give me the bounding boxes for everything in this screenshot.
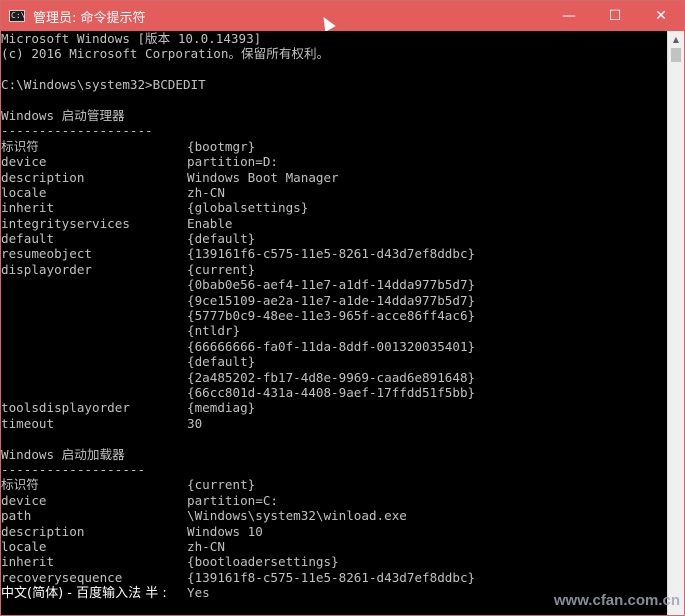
console-line: resumeobject {139161f6-c575-11e5-8261-d43… [1,246,668,261]
console-value: {2a485202-fb17-4d8e-9969-caad6e891648} [187,369,476,385]
console-key: displayorder [1,261,92,277]
site-watermark: www.cfan.com.cn [553,592,680,609]
console-app-icon[interactable]: C:\ [9,10,25,22]
console-key: description [1,169,85,185]
console-line: {0bab0e56-aef4-11e7-a1df-14dda977b5d7} [1,277,668,292]
close-button[interactable]: ✕ [638,1,684,31]
console-line: {default} [1,354,668,369]
console-line: -------------------- [1,123,153,139]
console-line: description Windows 10 [1,524,668,539]
console-line: C:\Windows\system32>BCDEDIT [1,77,206,93]
console-value: Windows 10 [187,523,263,539]
console-value: {ntldr} [187,323,241,339]
console-value: {memdiag} [187,400,256,416]
console-line: 标识符 {current} [1,477,668,492]
console-line: Windows 启动加载器 [1,446,125,462]
console-key: locale [1,538,47,554]
console-key: toolsdisplayorder [1,400,130,416]
console-value: {66666666-fa0f-11da-8ddf-001320035401} [187,338,476,354]
console-line: inherit {bootloadersettings} [1,554,668,569]
console-line: toolsdisplayorder {memdiag} [1,400,668,415]
console-value: Enable [187,215,233,231]
console-key: default [1,231,55,247]
scroll-thumb[interactable] [671,48,681,62]
console-value: {9ce15109-ae2a-11e7-a1de-14dda977b5d7} [187,292,476,308]
console-value: Yes [187,585,210,601]
console-line: {66cc801d-431a-4408-9aef-17ffdd51f5bb} [1,385,668,400]
console-key: description [1,523,85,539]
console-line: {9ce15109-ae2a-11e7-a1de-14dda977b5d7} [1,293,668,308]
console-line: Windows 启动管理器 [1,107,125,123]
window-title: 管理员: 命令提示符 [33,10,146,26]
console-key: inherit [1,554,55,570]
console-line: {ntldr} [1,323,668,338]
console-key: timeout [1,415,55,431]
console-value: {bootmgr} [187,138,256,154]
console-line: device partition=C: [1,493,668,508]
console-line: locale zh-CN [1,539,668,554]
console-value: {139161f6-c575-11e5-8261-d43d7ef8ddbc} [187,246,476,262]
console-value: {0bab0e56-aef4-11e7-a1df-14dda977b5d7} [187,277,476,293]
console-line: device partition=D: [1,154,668,169]
console-value: Windows Boot Manager [187,169,339,185]
console-value: {bootloadersettings} [187,554,339,570]
console-key: device [1,154,47,170]
title-bar[interactable]: C:\ 管理员: 命令提示符 — ☐ ✕ [1,1,684,33]
console-value: partition=C: [187,492,278,508]
console-value: {139161f8-c575-11e5-8261-d43d7ef8ddbc} [187,569,476,585]
console-key: 标识符 [1,477,39,493]
console-value: {globalsettings} [187,200,309,216]
console-key: inherit [1,200,55,216]
console-key: resumeobject [1,246,92,262]
console-output[interactable]: Microsoft Windows [版本 10.0.14393] (c) 201… [1,31,668,615]
console-value: {66cc801d-431a-4408-9aef-17ffdd51f5bb} [187,384,476,400]
console-key: 标识符 [1,138,39,154]
console-value: \Windows\system32\winload.exe [187,508,407,524]
console-line: 标识符 {bootmgr} [1,139,668,154]
console-value: {default} [187,354,256,370]
console-line: {5777b0c9-48ee-11e3-965f-acce86ff4ac6} [1,308,668,323]
console-line: inherit {globalsettings} [1,200,668,215]
console-key: device [1,492,47,508]
console-line: timeout 30 [1,416,668,431]
console-line: Microsoft Windows [版本 10.0.14393] [1,31,262,46]
minimize-button[interactable]: — [546,1,592,31]
scroll-up-arrow-icon[interactable]: ▲ [668,31,684,48]
caption-buttons: — ☐ ✕ [546,1,684,31]
console-line: ------------------- [1,461,146,477]
ime-status-bar: 中文(简体) - 百度输入法 半 : [1,586,167,601]
console-value: zh-CN [187,538,225,554]
console-value: {5777b0c9-48ee-11e3-965f-acce86ff4ac6} [187,308,476,324]
mouse-cursor-icon [318,13,336,33]
console-line: (c) 2016 Microsoft Corporation。保留所有权利。 [1,46,330,62]
console-value: {default} [187,231,256,247]
console-line: description Windows Boot Manager [1,170,668,185]
vertical-scrollbar[interactable]: ▲ [667,31,684,615]
console-value: {current} [187,477,256,493]
console-key: recoverysequence [1,569,123,585]
maximize-button[interactable]: ☐ [592,1,638,31]
console-line: path \Windows\system32\winload.exe [1,508,668,523]
console-line: displayorder {current} [1,262,668,277]
console-line: default {default} [1,231,668,246]
console-value: partition=D: [187,154,278,170]
console-value: 30 [187,415,203,431]
console-line: {2a485202-fb17-4d8e-9969-caad6e891648} [1,370,668,385]
console-line: {66666666-fa0f-11da-8ddf-001320035401} [1,339,668,354]
console-key: integrityservices [1,215,130,231]
console-line: integrityservices Enable [1,216,668,231]
console-line: recoverysequence {139161f8-c575-11e5-8261… [1,570,668,585]
console-key: locale [1,184,47,200]
cmd-window: C:\ 管理员: 命令提示符 — ☐ ✕ Microsoft Windows [… [0,0,685,616]
console-key: path [1,508,32,524]
console-value: zh-CN [187,184,225,200]
console-line: locale zh-CN [1,185,668,200]
console-value: {current} [187,261,256,277]
